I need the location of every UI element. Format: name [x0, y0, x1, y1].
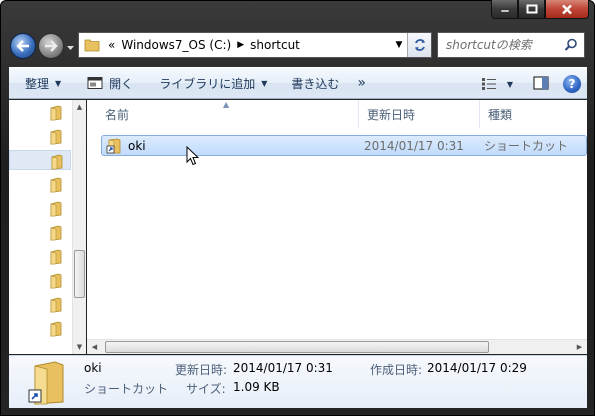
- file-row[interactable]: oki 2014/01/17 0:31 ショートカット: [101, 135, 587, 156]
- help-button[interactable]: ?: [563, 75, 581, 93]
- back-button[interactable]: [10, 33, 36, 59]
- minimize-icon: [500, 9, 509, 13]
- help-icon: ?: [568, 77, 576, 91]
- scroll-thumb[interactable]: [105, 341, 489, 353]
- folder-icon: [50, 273, 62, 289]
- details-pane: oki ショートカット 更新日時: 2014/01/17 0:31 作成日時: …: [9, 355, 587, 408]
- nav-folder-item[interactable]: [9, 198, 71, 218]
- recent-pages-dropdown-icon[interactable]: [66, 43, 75, 52]
- nav-folder-item[interactable]: [9, 102, 71, 122]
- details-size-label: サイズ:: [186, 382, 226, 396]
- organize-button[interactable]: 整理 ▼: [17, 71, 69, 95]
- chevron-down-icon: ▼: [55, 78, 62, 88]
- organize-label: 整理: [25, 76, 50, 91]
- add-to-library-button[interactable]: ライブラリに追加 ▼: [151, 71, 275, 95]
- scroll-right-icon[interactable]: ▶: [572, 340, 587, 354]
- arrow-left-icon: [16, 40, 29, 52]
- column-headers: ▲ 名前 更新日時 種類: [87, 100, 587, 128]
- command-bar: 整理 ▼ 開く ライブラリに追加 ▼ 書き込む » ▼ ?: [9, 67, 587, 99]
- forward-button[interactable]: [38, 33, 64, 59]
- open-label: 開く: [109, 76, 134, 91]
- close-icon: [562, 4, 572, 14]
- column-header-name[interactable]: 名前: [87, 100, 359, 128]
- refresh-icon: [414, 39, 425, 51]
- maximize-button[interactable]: [518, 0, 545, 19]
- folder-icon: [50, 129, 62, 145]
- folder-icon: [50, 225, 62, 241]
- toolbar-right-group: ▼ ?: [477, 68, 587, 100]
- maximize-icon: [526, 4, 537, 14]
- caption-buttons: [491, 0, 589, 20]
- address-bar[interactable]: « Windows7_OS (C:) ▶ shortcut ▼: [78, 32, 432, 58]
- chevron-down-icon: ▼: [261, 78, 268, 88]
- view-list-icon: [481, 78, 496, 90]
- folder-icon: [50, 177, 62, 193]
- file-list: ▲ 名前 更新日時 種類 oki 2014/01/17 0:31 ショートカット…: [87, 100, 587, 354]
- nav-pane-scrollbar[interactable]: ▲ ▼: [72, 100, 86, 354]
- open-button[interactable]: 開く: [79, 71, 141, 95]
- search-input[interactable]: [446, 38, 566, 52]
- folder-icon: [50, 249, 62, 265]
- file-type: ショートカット: [484, 139, 569, 153]
- column-header-type-label: 種類: [488, 107, 513, 122]
- nav-folder-item[interactable]: [9, 270, 71, 290]
- mouse-pointer-icon: [186, 146, 200, 166]
- column-header-date[interactable]: 更新日時: [359, 100, 480, 128]
- folder-icon: [50, 201, 62, 217]
- details-file-name: oki: [84, 361, 102, 375]
- shortcut-folder-icon: [106, 138, 121, 153]
- burn-label: 書き込む: [291, 76, 340, 91]
- nav-folder-item[interactable]: [9, 222, 71, 242]
- more-commands-label: »: [357, 75, 366, 91]
- folder-icon: [50, 321, 62, 337]
- search-box[interactable]: [437, 32, 585, 58]
- minimize-button[interactable]: [491, 0, 518, 19]
- open-window-icon: [87, 77, 103, 89]
- address-dropdown-icon[interactable]: ▼: [393, 33, 405, 57]
- change-view-button[interactable]: ▼: [477, 77, 517, 91]
- nav-folder-item[interactable]: [9, 126, 71, 146]
- details-modified-label: 更新日時:: [175, 363, 228, 377]
- address-overflow-chevrons[interactable]: «: [108, 38, 115, 52]
- scroll-left-icon[interactable]: ◀: [87, 340, 102, 354]
- scroll-down-icon[interactable]: ▼: [73, 340, 86, 354]
- column-header-date-label: 更新日時: [367, 107, 416, 122]
- folder-icon: [50, 105, 62, 121]
- file-modified: 2014/01/17 0:31: [364, 138, 464, 153]
- file-list-horizontal-scrollbar[interactable]: ◀ ▶: [87, 339, 587, 354]
- details-modified-value: 2014/01/17 0:31: [233, 361, 333, 375]
- details-file-type: ショートカット: [84, 382, 169, 396]
- close-button[interactable]: [545, 0, 589, 19]
- details-created-label: 作成日時:: [370, 363, 423, 377]
- nav-folder-item[interactable]: [9, 294, 71, 314]
- chevron-down-icon: ▼: [506, 79, 513, 89]
- folder-icon: [51, 154, 63, 170]
- details-size-value: 1.09 KB: [233, 380, 280, 394]
- column-header-name-label: 名前: [105, 107, 130, 122]
- large-shortcut-folder-icon: [28, 361, 64, 405]
- burn-button[interactable]: 書き込む: [283, 71, 347, 95]
- nav-folder-item[interactable]: [9, 318, 71, 338]
- column-header-type[interactable]: 種類: [480, 100, 587, 128]
- nav-folder-item[interactable]: [9, 246, 71, 266]
- navigation-pane: ▲ ▼: [9, 100, 86, 354]
- preview-pane-button[interactable]: [529, 75, 553, 93]
- scroll-thumb[interactable]: [74, 250, 85, 298]
- breadcrumb-drive[interactable]: Windows7_OS (C:): [121, 38, 231, 52]
- search-icon[interactable]: [564, 38, 578, 52]
- preview-pane-icon: [533, 75, 549, 90]
- arrow-right-icon: [45, 40, 58, 52]
- add-to-library-label: ライブラリに追加: [159, 76, 256, 91]
- file-name: oki: [128, 138, 146, 153]
- more-commands-button[interactable]: »: [349, 71, 374, 95]
- details-created-value: 2014/01/17 0:29: [427, 361, 527, 375]
- refresh-button[interactable]: [407, 33, 431, 57]
- nav-folder-item-selected[interactable]: [9, 150, 71, 170]
- breadcrumb-separator-icon[interactable]: ▶: [237, 40, 244, 50]
- folder-icon: [84, 39, 100, 52]
- folder-icon: [50, 297, 62, 313]
- scroll-up-icon[interactable]: ▲: [73, 100, 86, 114]
- breadcrumb-shortcut[interactable]: shortcut: [250, 38, 300, 52]
- nav-folder-item[interactable]: [9, 174, 71, 194]
